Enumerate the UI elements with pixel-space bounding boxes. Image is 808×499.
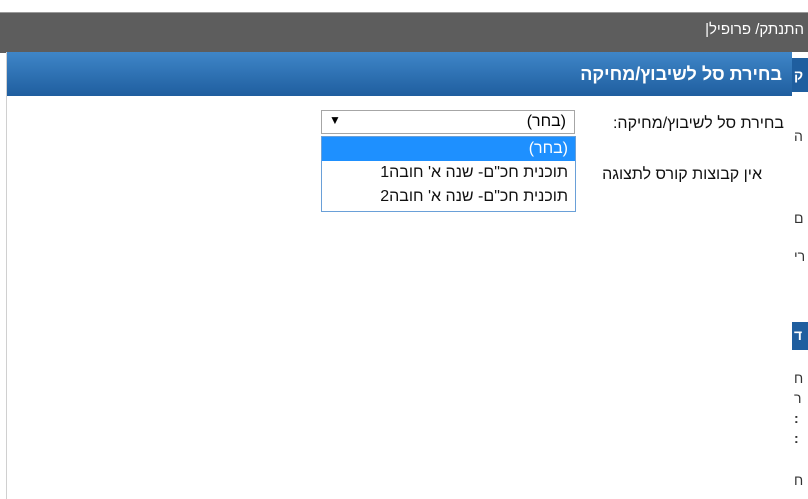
background-text: :	[794, 410, 799, 426]
top-bar: התנתק/ פרופיל|	[0, 12, 808, 53]
dropdown-option[interactable]: תוכנית חכ"ם- שנה א' חובה2	[322, 185, 575, 209]
basket-dropdown-list: (בחר) תוכנית חכ"ם- שנה א' חובה1 תוכנית ח…	[321, 136, 576, 212]
background-header-band: ק	[792, 58, 808, 92]
basket-selection-dialog: בחירת סל לשיבוץ/מחיקה בחירת סל לשיבוץ/מח…	[7, 52, 792, 499]
profile-link[interactable]: פרופיל|	[705, 21, 751, 38]
topbar-links: התנתק/ פרופיל|	[705, 21, 804, 38]
background-section-band: ד	[792, 322, 808, 350]
dropdown-option[interactable]: (בחר)	[322, 137, 575, 161]
background-text: ה	[794, 128, 803, 144]
background-text: ר	[794, 390, 802, 406]
background-text: :	[794, 430, 799, 446]
dropdown-option[interactable]: תוכנית חכ"ם- שנה א' חובה1	[322, 161, 575, 185]
dropdown-arrow-icon: ▼	[329, 113, 341, 127]
empty-course-groups-message: אין קבוצות קורס לתצוגה	[602, 166, 762, 183]
basket-select-label: בחירת סל לשיבוץ/מחיקה:	[612, 115, 784, 132]
background-page-strip: ק ה ם רי ד ח ר : : ח	[792, 52, 808, 499]
background-text: ח	[794, 370, 804, 386]
background-text: ם	[794, 210, 804, 226]
basket-select-value: (בחר)	[526, 113, 566, 130]
background-text: ח	[794, 472, 804, 488]
dialog-title: בחירת סל לשיבוץ/מחיקה	[580, 64, 782, 84]
logout-link[interactable]: התנתק/	[755, 21, 804, 38]
background-text: רי	[794, 248, 806, 264]
basket-select[interactable]: (בחר) ▼	[321, 110, 575, 134]
dialog-header: בחירת סל לשיבוץ/מחיקה	[7, 52, 792, 96]
